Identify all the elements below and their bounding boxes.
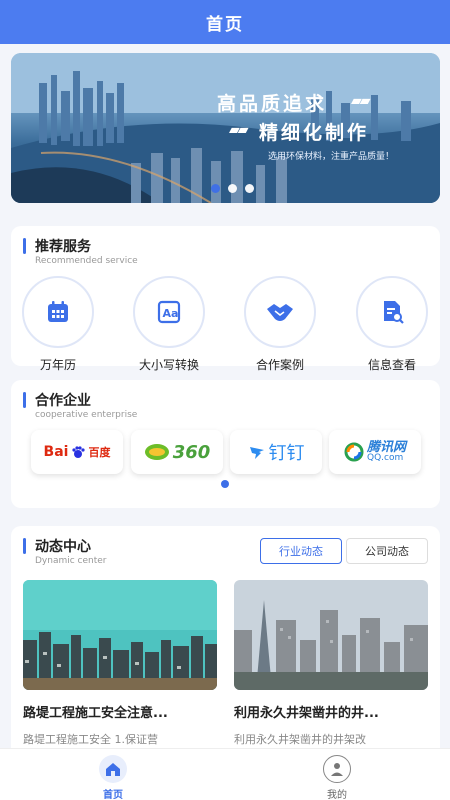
service-info[interactable]: 信息查看 — [347, 276, 437, 373]
service-icon-circle — [356, 276, 428, 348]
360-logo-icon — [144, 444, 169, 460]
decor-slash-icon: ▰▰ — [351, 93, 370, 109]
section-subtitle: Dynamic center — [35, 556, 107, 566]
service-icon-circle — [244, 276, 316, 348]
article-thumbnail — [23, 580, 217, 690]
top-header: 首页 — [0, 0, 450, 44]
tabbar-mine[interactable]: 我的 — [297, 755, 377, 800]
service-calendar[interactable]: 万年历 — [13, 276, 103, 373]
home-icon-wrap — [99, 755, 127, 783]
user-icon-wrap — [323, 755, 351, 783]
news-article[interactable]: 利用永久井架凿井的井... 利用永久井架凿井的井架改 — [234, 580, 428, 747]
section-title: 动态中心 — [35, 539, 91, 555]
partner-logo-tencent[interactable]: 腾讯网 QQ.com — [329, 430, 421, 474]
service-label: 信息查看 — [367, 358, 416, 372]
tencent-swirl-icon — [344, 442, 364, 462]
banner-pagination — [211, 184, 254, 193]
tencent-logo-domain: QQ.com — [366, 453, 404, 463]
calendar-icon — [48, 301, 68, 322]
section-title: 合作企业 — [35, 393, 91, 409]
tabbar-label: 首页 — [103, 790, 123, 800]
tab-industry-news[interactable]: 行业动态 — [260, 538, 342, 564]
document-search-icon — [384, 301, 404, 324]
dingtalk-logo-text: 钉钉 — [268, 443, 305, 464]
partner-logo-360[interactable]: 360 — [131, 430, 223, 474]
article-thumbnail — [234, 580, 428, 690]
tabbar-label: 我的 — [327, 790, 347, 800]
baidu-paw-icon — [72, 446, 86, 458]
page-title: 首页 — [206, 14, 244, 35]
partner-logo-baidu[interactable]: Bai 百度 — [31, 430, 123, 474]
article-title: 利用永久井架凿井的井... — [234, 706, 379, 721]
tab-company-news[interactable]: 公司动态 — [346, 538, 428, 564]
tencent-logo-text: 腾讯网 QQ.com — [367, 441, 406, 463]
service-label: 大小写转换 — [138, 358, 199, 372]
service-label: 合作案例 — [255, 358, 304, 372]
recommended-services-section: 推荐服务 Recommended service 万年历 Aa 大小写转换 合作… — [11, 226, 440, 372]
section-title: 推荐服务 — [35, 239, 91, 255]
article-excerpt: 利用永久井架凿井的井架改 — [234, 733, 366, 746]
news-tabs: 行业动态 公司动态 — [260, 538, 428, 564]
partner-logo-dingtalk[interactable]: 钉钉 — [230, 430, 322, 474]
section-subtitle: cooperative enterprise — [35, 410, 138, 420]
banner-dot[interactable] — [245, 184, 254, 193]
service-icon-circle — [22, 276, 94, 348]
article-excerpt: 路堤工程施工安全 1.保证营 — [23, 733, 158, 746]
service-label: 万年历 — [39, 358, 76, 372]
section-accent-bar — [23, 238, 26, 254]
banner-headline-2: 精细化制作 — [259, 122, 370, 144]
decor-slash-icon: ▰▰ — [229, 122, 248, 138]
banner-subtitle: 选用环保材料，注重产品质量！ — [268, 152, 395, 162]
section-accent-bar — [23, 392, 26, 408]
section-subtitle: Recommended service — [35, 256, 138, 266]
city-skyline-image — [11, 53, 440, 203]
service-cases[interactable]: 合作案例 — [235, 276, 325, 373]
hero-banner[interactable]: 高品质追求 ▰▰ ▰▰ 精细化制作 选用环保材料，注重产品质量！ — [11, 53, 440, 203]
baidu-logo-cn: 百度 — [88, 446, 111, 459]
user-icon — [331, 763, 343, 776]
article-title: 路堤工程施工安全注意... — [23, 706, 168, 721]
service-case-convert[interactable]: Aa 大小写转换 — [124, 276, 214, 373]
banner-headline: 高品质追求 — [217, 93, 328, 115]
home-icon — [106, 763, 120, 776]
bottom-tab-bar: 首页 我的 — [0, 748, 450, 800]
text-case-icon: Aa — [157, 300, 181, 324]
service-icon-circle: Aa — [133, 276, 205, 348]
banner-dot[interactable] — [228, 184, 237, 193]
partner-carousel-dot[interactable] — [221, 480, 229, 488]
section-accent-bar — [23, 538, 26, 554]
city-photo — [23, 580, 217, 690]
svg-text:Aa: Aa — [163, 307, 179, 320]
news-article[interactable]: 路堤工程施工安全注意... 路堤工程施工安全 1.保证营 — [23, 580, 217, 747]
baidu-logo-text: Bai — [43, 444, 69, 460]
partner-enterprise-section: 合作企业 cooperative enterprise Bai 百度 360 钉… — [11, 380, 440, 508]
dingtalk-icon — [249, 447, 264, 459]
360-logo-text: 360 — [172, 441, 211, 463]
handshake-icon — [267, 304, 293, 321]
banner-dot[interactable] — [211, 184, 220, 193]
tabbar-home[interactable]: 首页 — [73, 755, 153, 800]
dynamic-center-section: 动态中心 Dynamic center 行业动态 公司动态 路堤工程施工安全注意… — [11, 526, 440, 756]
city-photo — [234, 580, 428, 690]
